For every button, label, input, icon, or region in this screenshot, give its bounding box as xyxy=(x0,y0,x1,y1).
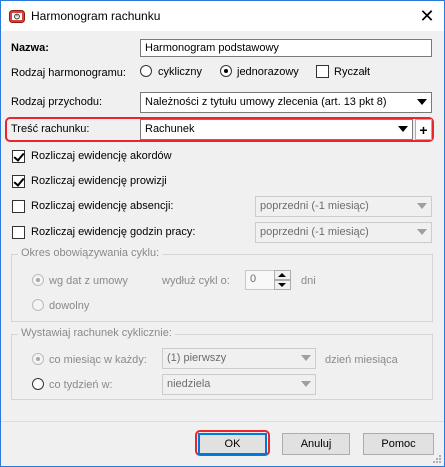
spin-up-icon[interactable] xyxy=(274,270,291,280)
chevron-down-icon xyxy=(301,355,311,361)
ryczalt-checkbox[interactable] xyxy=(316,65,329,78)
footer-divider xyxy=(1,421,444,422)
radio-weekly-label: co tydzień w: xyxy=(49,379,113,391)
day-of-month-label: dzień miesiąca xyxy=(325,354,398,366)
chevron-down-icon xyxy=(417,99,427,105)
bill-content-select[interactable]: Rachunek xyxy=(140,119,413,140)
extend-days-spinner[interactable] xyxy=(274,270,291,290)
radio-monthly[interactable] xyxy=(32,353,44,365)
settle-accords-label: Rozliczaj ewidencję akordów xyxy=(31,150,172,162)
extend-days-input[interactable]: 0 xyxy=(245,270,275,290)
settle-absence-checkbox[interactable] xyxy=(12,200,25,213)
settle-accords-checkbox[interactable] xyxy=(12,150,25,163)
extend-cycle-label: wydłuż cykl o: xyxy=(162,275,230,287)
ryczalt-label: Ryczałt xyxy=(334,66,371,78)
dialog-window: Harmonogram rachunku ✕ Nazwa: Harmonogra… xyxy=(0,0,445,467)
app-calendar-icon xyxy=(9,10,25,23)
radio-monthly-label: co miesiąc w każdy: xyxy=(49,354,147,366)
add-bill-content-button[interactable]: + xyxy=(415,119,432,140)
radio-one-time[interactable] xyxy=(220,65,232,77)
close-button[interactable]: ✕ xyxy=(410,1,444,31)
spin-down-icon[interactable] xyxy=(274,280,291,290)
hours-period-select[interactable]: poprzedni (-1 miesiąc) xyxy=(255,222,432,243)
days-label: dni xyxy=(301,275,316,287)
close-icon: ✕ xyxy=(419,5,435,26)
radio-any-period-label: dowolny xyxy=(49,300,90,312)
income-type-label: Rodzaj przychodu: xyxy=(11,96,103,108)
monthly-day-select[interactable]: (1) pierwszy xyxy=(162,348,316,369)
name-label: Nazwa: xyxy=(11,42,49,54)
ok-button[interactable]: OK xyxy=(198,433,267,455)
weekday-select[interactable]: niedziela xyxy=(162,374,316,395)
title-bar: Harmonogram rachunku ✕ xyxy=(1,1,444,31)
hours-period-value: poprzedni (-1 miesiąc) xyxy=(260,226,369,238)
cyclic-bill-title: Wystawiaj rachunek cyklicznie: xyxy=(18,327,175,339)
income-type-select[interactable]: Należności z tytułu umowy zlecenia (art.… xyxy=(140,92,432,113)
name-input[interactable]: Harmonogram podstawowy xyxy=(140,39,432,57)
chevron-down-icon xyxy=(398,126,408,132)
plus-icon: + xyxy=(419,121,428,138)
cancel-button[interactable]: Anuluj xyxy=(282,433,350,455)
cycle-period-title: Okres obowiązywania cyklu: xyxy=(18,247,163,259)
bill-content-value: Rachunek xyxy=(145,123,195,135)
radio-cyclic-label: cykliczny xyxy=(158,66,203,78)
monthly-day-value: (1) pierwszy xyxy=(167,352,227,364)
help-button[interactable]: Pomoc xyxy=(363,433,434,455)
schedule-type-label: Rodzaj harmonogramu: xyxy=(11,67,126,79)
radio-weekly[interactable] xyxy=(32,378,44,390)
settle-commission-label: Rozliczaj ewidencję prowizji xyxy=(31,175,167,187)
radio-one-time-label: jednorazowy xyxy=(237,66,299,78)
radio-contract-dates-label: wg dat z umowy xyxy=(49,275,128,287)
bill-content-label: Treść rachunku: xyxy=(11,123,90,135)
absence-period-value: poprzedni (-1 miesiąc) xyxy=(260,200,369,212)
resize-grip-icon[interactable] xyxy=(432,454,442,464)
weekday-value: niedziela xyxy=(167,378,211,390)
window-title: Harmonogram rachunku xyxy=(31,9,161,23)
settle-absence-label: Rozliczaj ewidencję absencji: xyxy=(31,200,174,212)
chevron-down-icon xyxy=(301,381,311,387)
absence-period-select[interactable]: poprzedni (-1 miesiąc) xyxy=(255,196,432,217)
income-type-value: Należności z tytułu umowy zlecenia (art.… xyxy=(145,96,387,108)
chevron-down-icon xyxy=(417,203,427,209)
settle-hours-checkbox[interactable] xyxy=(12,226,25,239)
settle-hours-label: Rozliczaj ewidencję godzin pracy: xyxy=(31,226,196,238)
radio-cyclic[interactable] xyxy=(140,65,152,77)
chevron-down-icon xyxy=(417,229,427,235)
settle-commission-checkbox[interactable] xyxy=(12,175,25,188)
radio-any-period[interactable] xyxy=(32,299,44,311)
radio-contract-dates[interactable] xyxy=(32,274,44,286)
